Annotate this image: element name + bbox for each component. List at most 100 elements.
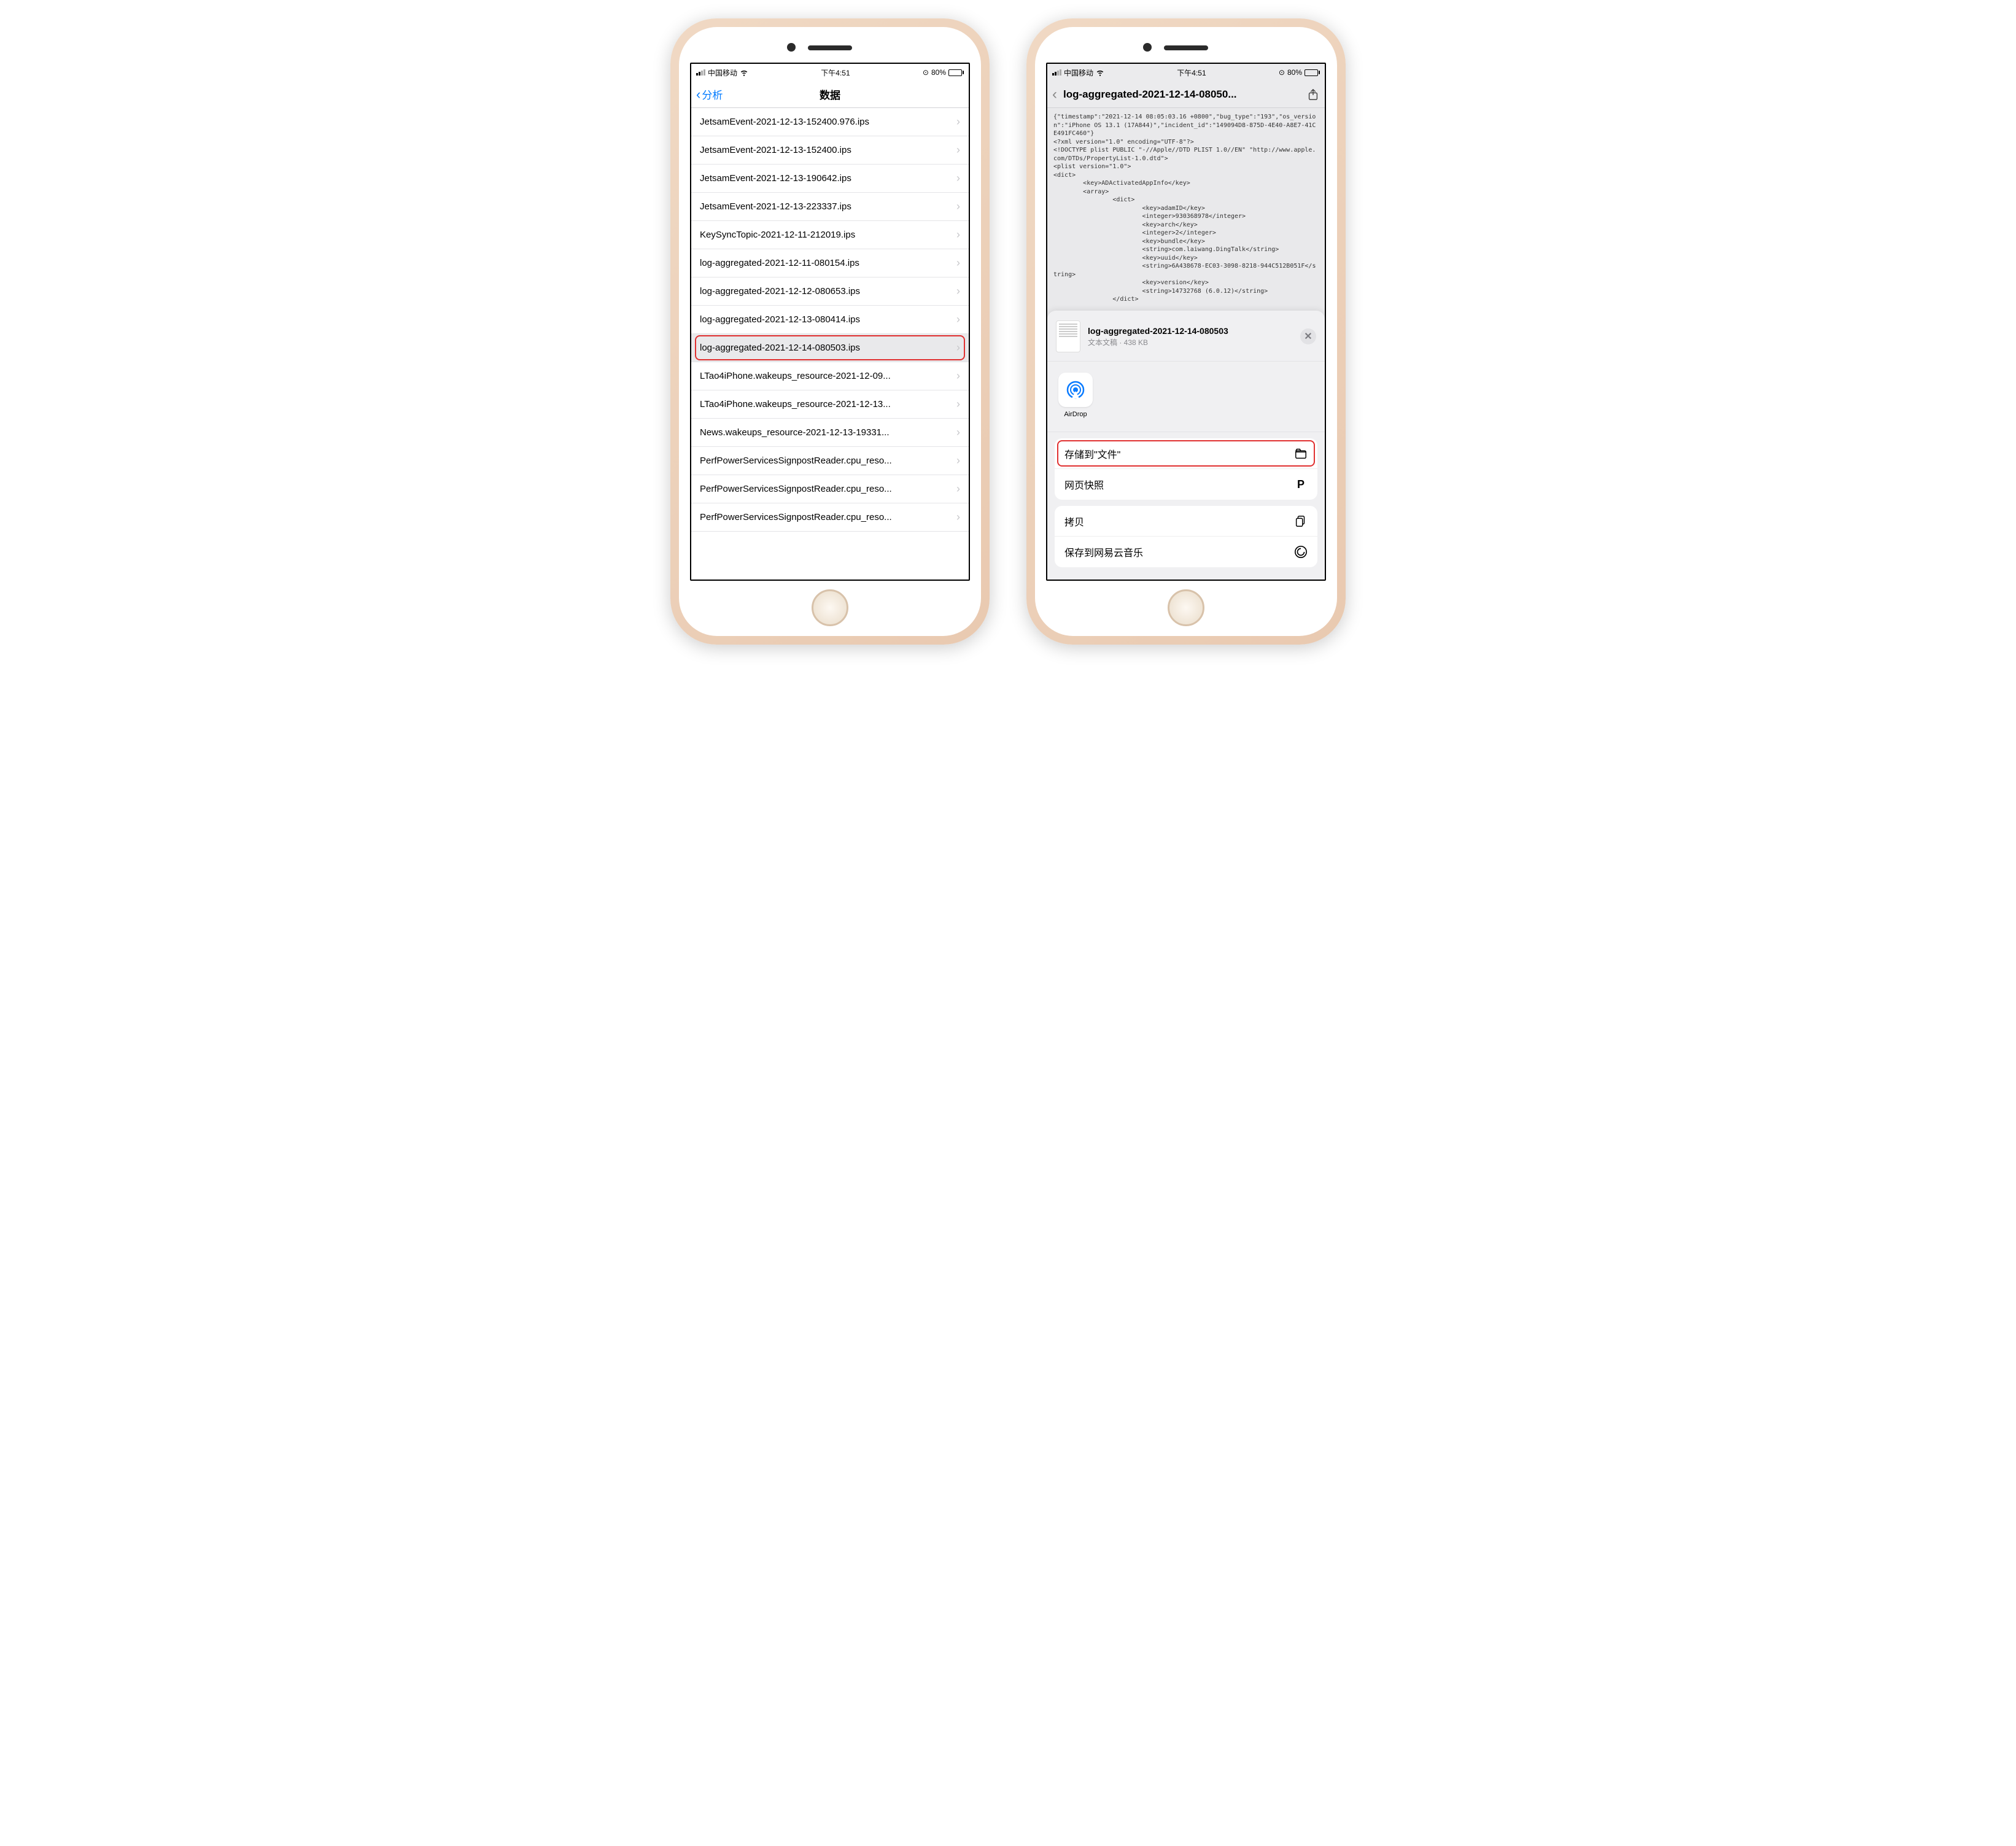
- list-item-label: PerfPowerServicesSignpostReader.cpu_reso…: [700, 456, 956, 466]
- airdrop-label: AirDrop: [1056, 411, 1095, 418]
- list-item-label: LTao4iPhone.wakeups_resource-2021-12-13.…: [700, 399, 956, 409]
- list-item[interactable]: log-aggregated-2021-12-14-080503.ips›: [691, 334, 969, 362]
- close-button[interactable]: ✕: [1300, 328, 1316, 344]
- list-item-label: JetsamEvent-2021-12-13-223337.ips: [700, 201, 956, 212]
- sheet-file-title: log-aggregated-2021-12-14-080503: [1088, 326, 1293, 336]
- chevron-right-icon: ›: [956, 454, 960, 467]
- chevron-right-icon: ›: [956, 483, 960, 495]
- battery-percent: 80%: [1287, 68, 1302, 77]
- nav-title: 数据: [820, 87, 840, 102]
- back-label: 分析: [702, 87, 723, 102]
- save-to-netease-action[interactable]: 保存到网易云音乐: [1055, 537, 1317, 567]
- back-button[interactable]: ‹ 分析: [696, 87, 723, 102]
- front-camera: [1143, 43, 1152, 52]
- list-item-label: JetsamEvent-2021-12-13-190642.ips: [700, 173, 956, 184]
- list-item-label: log-aggregated-2021-12-13-080414.ips: [700, 314, 956, 325]
- list-item-label: PerfPowerServicesSignpostReader.cpu_reso…: [700, 512, 956, 522]
- list-item[interactable]: PerfPowerServicesSignpostReader.cpu_reso…: [691, 503, 969, 532]
- chevron-right-icon: ›: [956, 144, 960, 157]
- chevron-right-icon: ›: [956, 370, 960, 382]
- action-label: 保存到网易云音乐: [1064, 545, 1143, 559]
- list-item-label: KeySyncTopic-2021-12-11-212019.ips: [700, 230, 956, 240]
- close-icon: ✕: [1304, 330, 1312, 343]
- list-item[interactable]: log-aggregated-2021-12-13-080414.ips›: [691, 306, 969, 334]
- carrier-label: 中国移动: [1064, 68, 1093, 78]
- battery-percent: 80%: [931, 68, 946, 77]
- app-p-icon: P: [1294, 478, 1308, 491]
- battery-icon: [948, 69, 964, 76]
- chevron-right-icon: ›: [956, 115, 960, 128]
- carrier-label: 中国移动: [708, 68, 737, 78]
- list-item[interactable]: JetsamEvent-2021-12-13-190642.ips›: [691, 165, 969, 193]
- list-item-label: log-aggregated-2021-12-11-080154.ips: [700, 258, 956, 268]
- phone-left: 中国移动 下午4:51 ⊙ 80% ‹ 分析: [670, 18, 990, 645]
- list-item-label: LTao4iPhone.wakeups_resource-2021-12-09.…: [700, 371, 956, 381]
- content-area: {"timestamp":"2021-12-14 08:05:03.16 +08…: [1047, 108, 1325, 580]
- battery-icon: [1305, 69, 1320, 76]
- speaker-slot: [1164, 45, 1208, 50]
- wifi-icon: [1096, 68, 1104, 77]
- back-button[interactable]: ‹: [1052, 86, 1057, 103]
- web-snapshot-action[interactable]: 网页快照 P: [1055, 469, 1317, 500]
- list-item-label: PerfPowerServicesSignpostReader.cpu_reso…: [700, 484, 956, 494]
- screen-left: 中国移动 下午4:51 ⊙ 80% ‹ 分析: [690, 63, 970, 581]
- list-item[interactable]: JetsamEvent-2021-12-13-223337.ips›: [691, 193, 969, 221]
- log-text[interactable]: {"timestamp":"2021-12-14 08:05:03.16 +08…: [1047, 108, 1325, 309]
- list-item-label: JetsamEvent-2021-12-13-152400.ips: [700, 145, 956, 155]
- chevron-right-icon: ›: [956, 426, 960, 439]
- front-camera: [787, 43, 796, 52]
- list-item-label: log-aggregated-2021-12-12-080653.ips: [700, 286, 956, 297]
- status-time: 下午4:51: [821, 68, 850, 78]
- list-item[interactable]: log-aggregated-2021-12-11-080154.ips›: [691, 249, 969, 277]
- list-item[interactable]: JetsamEvent-2021-12-13-152400.ips›: [691, 136, 969, 165]
- orientation-lock-icon: ⊙: [923, 68, 929, 77]
- chevron-right-icon: ›: [956, 341, 960, 354]
- home-button[interactable]: [1168, 589, 1204, 626]
- status-bar: 中国移动 下午4:51 ⊙ 80%: [1047, 64, 1325, 81]
- list-item[interactable]: JetsamEvent-2021-12-13-152400.976.ips›: [691, 108, 969, 136]
- share-sheet: log-aggregated-2021-12-14-080503 文本文稿 · …: [1047, 311, 1325, 580]
- wifi-icon: [740, 68, 748, 77]
- list-item[interactable]: LTao4iPhone.wakeups_resource-2021-12-09.…: [691, 362, 969, 390]
- airdrop-option[interactable]: AirDrop: [1056, 373, 1095, 418]
- speaker-slot: [808, 45, 852, 50]
- airdrop-icon: [1058, 373, 1093, 407]
- chevron-right-icon: ›: [956, 313, 960, 326]
- netease-music-icon: [1294, 545, 1308, 559]
- chevron-right-icon: ›: [956, 200, 960, 213]
- signal-icon: [1052, 69, 1061, 76]
- chevron-right-icon: ›: [956, 511, 960, 524]
- list-item-label: log-aggregated-2021-12-14-080503.ips: [700, 343, 956, 353]
- chevron-right-icon: ›: [956, 398, 960, 411]
- list-item[interactable]: News.wakeups_resource-2021-12-13-19331..…: [691, 419, 969, 447]
- list-item[interactable]: PerfPowerServicesSignpostReader.cpu_reso…: [691, 447, 969, 475]
- status-time: 下午4:51: [1177, 68, 1206, 78]
- signal-icon: [696, 69, 705, 76]
- action-label: 存储到"文件": [1064, 446, 1120, 461]
- home-button[interactable]: [812, 589, 848, 626]
- chevron-left-icon: ‹: [696, 88, 700, 101]
- copy-icon: [1294, 514, 1308, 528]
- nav-bar: ‹ 分析 数据: [691, 81, 969, 108]
- file-thumbnail-icon: [1056, 320, 1080, 352]
- folder-icon: [1294, 447, 1308, 460]
- list-item-label: News.wakeups_resource-2021-12-13-19331..…: [700, 427, 956, 438]
- share-button[interactable]: [1306, 88, 1320, 101]
- list-item[interactable]: KeySyncTopic-2021-12-11-212019.ips›: [691, 221, 969, 249]
- nav-title: log-aggregated-2021-12-14-08050...: [1063, 88, 1306, 101]
- orientation-lock-icon: ⊙: [1279, 68, 1285, 77]
- chevron-right-icon: ›: [956, 285, 960, 298]
- save-to-files-action[interactable]: 存储到"文件": [1055, 438, 1317, 469]
- action-label: 网页快照: [1064, 477, 1104, 492]
- list-item[interactable]: LTao4iPhone.wakeups_resource-2021-12-13.…: [691, 390, 969, 419]
- list-item[interactable]: PerfPowerServicesSignpostReader.cpu_reso…: [691, 475, 969, 503]
- copy-action[interactable]: 拷贝: [1055, 506, 1317, 537]
- action-label: 拷贝: [1064, 514, 1084, 529]
- data-list[interactable]: JetsamEvent-2021-12-13-152400.976.ips›Je…: [691, 108, 969, 580]
- sheet-file-subtitle: 文本文稿 · 438 KB: [1088, 337, 1293, 347]
- list-item[interactable]: log-aggregated-2021-12-12-080653.ips›: [691, 277, 969, 306]
- chevron-right-icon: ›: [956, 228, 960, 241]
- screen-right: 中国移动 下午4:51 ⊙ 80% ‹ log-aggregated-2021-…: [1046, 63, 1326, 581]
- chevron-right-icon: ›: [956, 257, 960, 270]
- status-bar: 中国移动 下午4:51 ⊙ 80%: [691, 64, 969, 81]
